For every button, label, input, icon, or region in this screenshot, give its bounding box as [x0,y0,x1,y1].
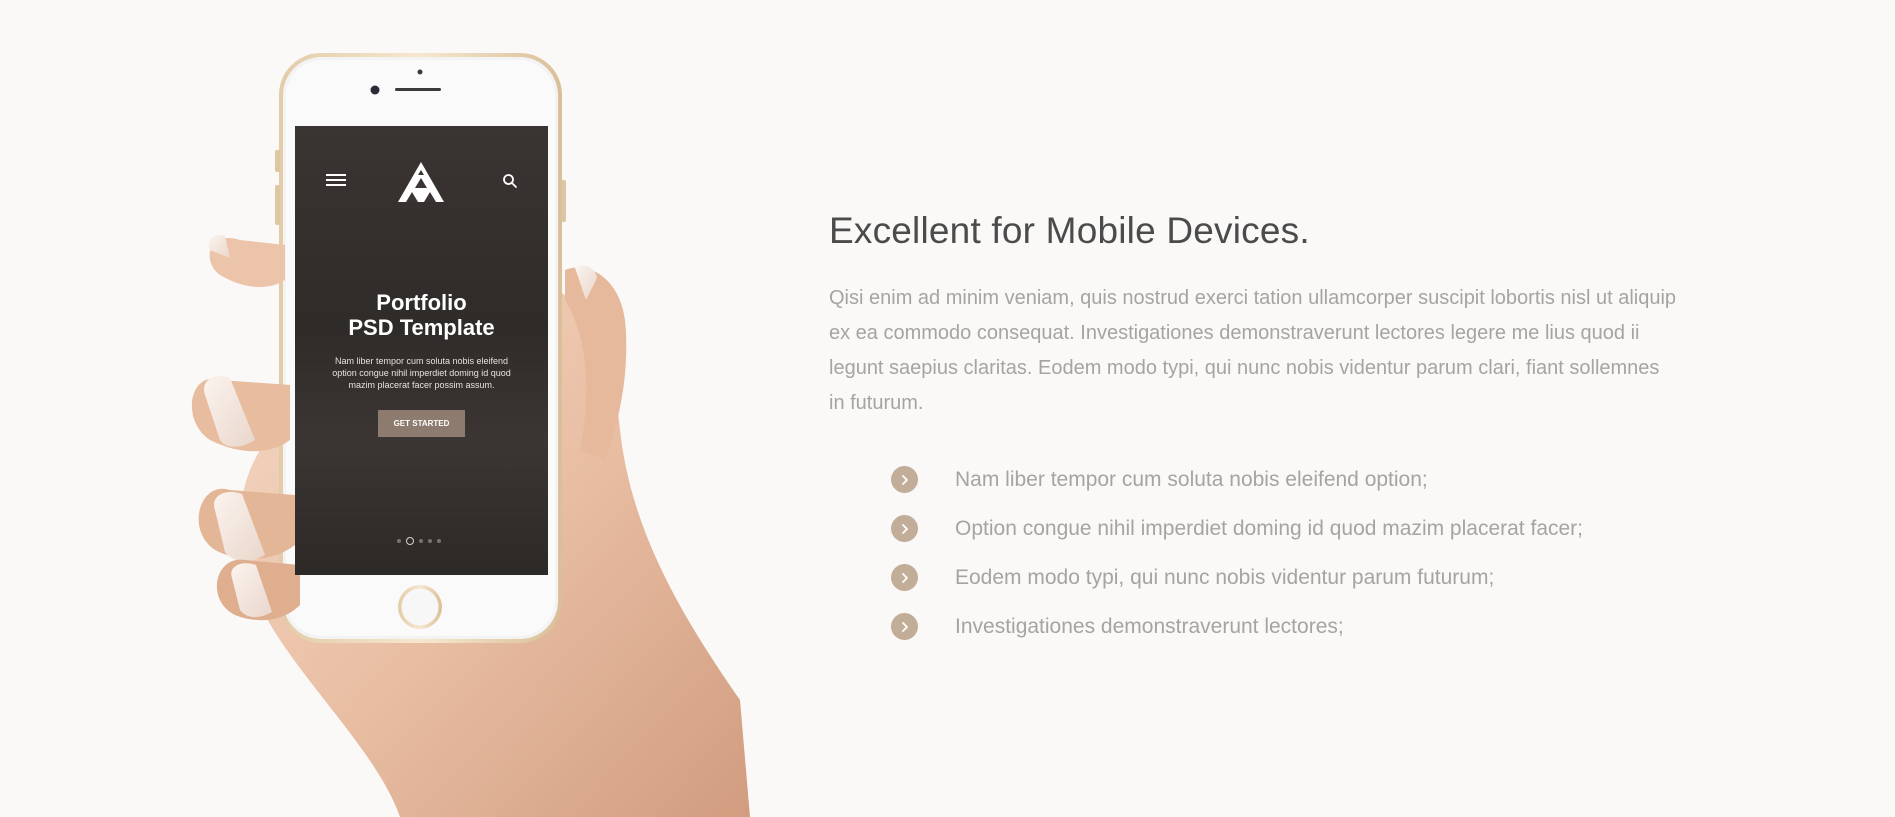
slider-dot-active [406,537,414,545]
feature-text: Investigationes demonstraverunt lectores… [955,614,1344,638]
feature-section: Excellent for Mobile Devices. Qisi enim … [829,205,1709,651]
feature-text: Option congue nihil imperdiet doming id … [955,516,1584,540]
chevron-right-icon [891,466,918,493]
chevron-right-icon [891,613,918,640]
feature-item: Nam liber tempor cum soluta nobis eleife… [891,455,1709,504]
chevron-right-icon [891,564,918,591]
slider-dot [419,539,423,543]
feature-item: Investigationes demonstraverunt lectores… [891,602,1709,651]
feature-text: Nam liber tempor cum soluta nobis eleife… [955,467,1428,491]
screen-title-line1: Portfolio [376,290,467,315]
chevron-right-icon [891,515,918,542]
feature-list: Nam liber tempor cum soluta nobis eleife… [891,455,1709,651]
feature-text: Eodem modo typi, qui nunc nobis videntur… [955,565,1495,589]
triangle-logo-icon [398,162,444,202]
screen-title: Portfolio PSD Template [295,290,548,340]
feature-item: Option congue nihil imperdiet doming id … [891,504,1709,553]
screen-text: Nam liber tempor cum soluta nobis eleife… [332,356,511,390]
hamburger-menu-icon [326,174,346,188]
slider-dot [397,539,401,543]
search-icon [503,174,517,188]
get-started-button: GET STARTED [378,410,465,437]
phone-screen: Portfolio PSD Template Nam liber tempor … [295,126,548,575]
section-description: Qisi enim ad minim veniam, quis nostrud … [829,287,1677,414]
page: Portfolio PSD Template Nam liber tempor … [0,0,1895,817]
section-heading: Excellent for Mobile Devices. [829,210,1310,251]
screen-title-line2: PSD Template [348,315,495,340]
slider-dot [437,539,441,543]
slider-dots [397,536,447,546]
feature-item: Eodem modo typi, qui nunc nobis videntur… [891,553,1709,602]
slider-dot [428,539,432,543]
